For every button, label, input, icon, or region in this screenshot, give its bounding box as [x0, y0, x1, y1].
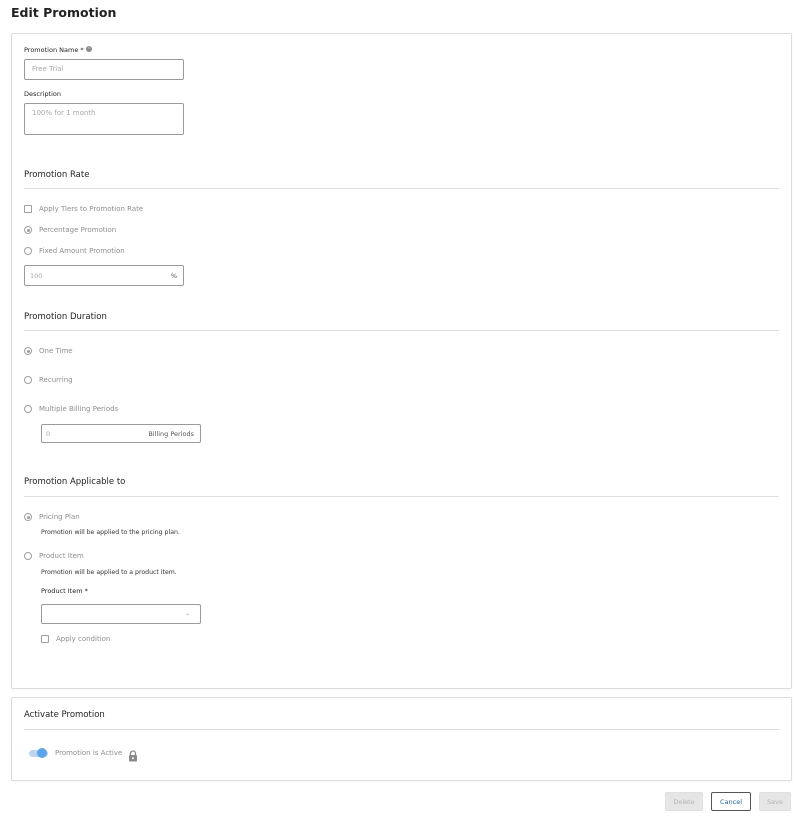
- promotion-name-label: Promotion Name *: [24, 46, 84, 54]
- active-toggle-knob[interactable]: [37, 748, 47, 758]
- percentage-promotion-label: Percentage Promotion: [39, 226, 117, 234]
- apply-tiers-label: Apply Tiers to Promotion Rate: [39, 205, 144, 213]
- fixed-amount-promotion-label: Fixed Amount Promotion: [39, 247, 125, 255]
- info-icon[interactable]: i: [86, 46, 92, 52]
- apply-condition-label: Apply condition: [56, 635, 111, 643]
- page-title: Edit Promotion: [11, 5, 117, 20]
- pricing-plan-label: Pricing Plan: [39, 513, 80, 521]
- multiple-billing-periods-radio[interactable]: [24, 405, 32, 413]
- rate-value: 100: [30, 272, 43, 280]
- product-item-help: Promotion will be applied to a product i…: [41, 569, 177, 576]
- percentage-promotion-radio[interactable]: [24, 226, 32, 234]
- billing-periods-value: 0: [46, 430, 51, 438]
- apply-condition-checkbox[interactable]: [41, 635, 49, 643]
- divider: [24, 729, 779, 730]
- promotion-duration-title: Promotion Duration: [24, 312, 107, 322]
- divider: [24, 188, 779, 189]
- promotion-name-input[interactable]: Free Trial: [24, 59, 184, 80]
- pricing-plan-help: Promotion will be applied to the pricing…: [41, 529, 180, 536]
- chevron-down-icon[interactable]: ⌄: [185, 610, 190, 617]
- promotion-applicable-title: Promotion Applicable to: [24, 477, 126, 487]
- cancel-button[interactable]: Cancel: [711, 792, 751, 811]
- activate-promotion-card: [11, 697, 792, 781]
- product-item-select[interactable]: ⌄: [41, 604, 201, 624]
- promotion-rate-title: Promotion Rate: [24, 170, 90, 180]
- apply-tiers-checkbox[interactable]: [24, 205, 32, 213]
- promotion-active-label: Promotion is Active: [55, 749, 123, 757]
- activate-promotion-title: Activate Promotion: [24, 710, 105, 720]
- fixed-amount-promotion-radio[interactable]: [24, 247, 32, 255]
- description-label: Description: [24, 90, 62, 98]
- divider: [24, 496, 779, 497]
- billing-periods-unit: Billing Periods: [148, 430, 194, 438]
- recurring-radio[interactable]: [24, 376, 32, 384]
- recurring-label: Recurring: [39, 376, 73, 384]
- one-time-label: One Time: [39, 347, 73, 355]
- pricing-plan-radio[interactable]: [24, 513, 32, 521]
- lock-icon: [128, 747, 138, 762]
- billing-periods-input[interactable]: 0 Billing Periods: [41, 424, 201, 443]
- product-item-radio[interactable]: [24, 552, 32, 560]
- delete-button[interactable]: Delete: [665, 792, 703, 811]
- description-textarea[interactable]: 100% for 1 month: [24, 103, 184, 135]
- product-item-field-label: Product Item *: [41, 587, 88, 595]
- rate-value-input[interactable]: 100 %: [24, 265, 184, 286]
- save-button[interactable]: Save: [759, 792, 791, 811]
- product-item-label: Product Item: [39, 552, 84, 560]
- rate-unit: %: [170, 272, 177, 280]
- multiple-billing-periods-label: Multiple Billing Periods: [39, 405, 119, 413]
- divider: [24, 330, 779, 331]
- one-time-radio[interactable]: [24, 347, 32, 355]
